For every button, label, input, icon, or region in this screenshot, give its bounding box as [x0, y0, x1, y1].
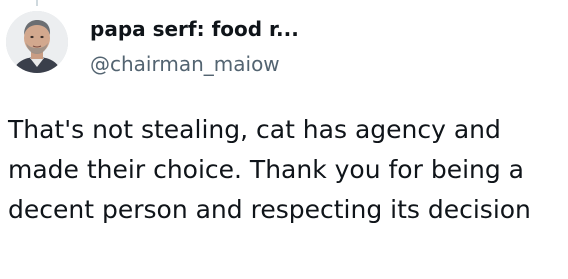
- author-display-name[interactable]: papa serf: food r...: [90, 16, 299, 42]
- author-handle[interactable]: @chairman_maiow: [90, 51, 280, 77]
- tweet-text: That's not stealing, cat has agency and …: [8, 115, 531, 224]
- user-avatar-photo-icon: [6, 11, 68, 73]
- author-avatar[interactable]: [6, 11, 68, 73]
- tweet: papa serf: food r... @chairman_maiow Tha…: [0, 0, 568, 279]
